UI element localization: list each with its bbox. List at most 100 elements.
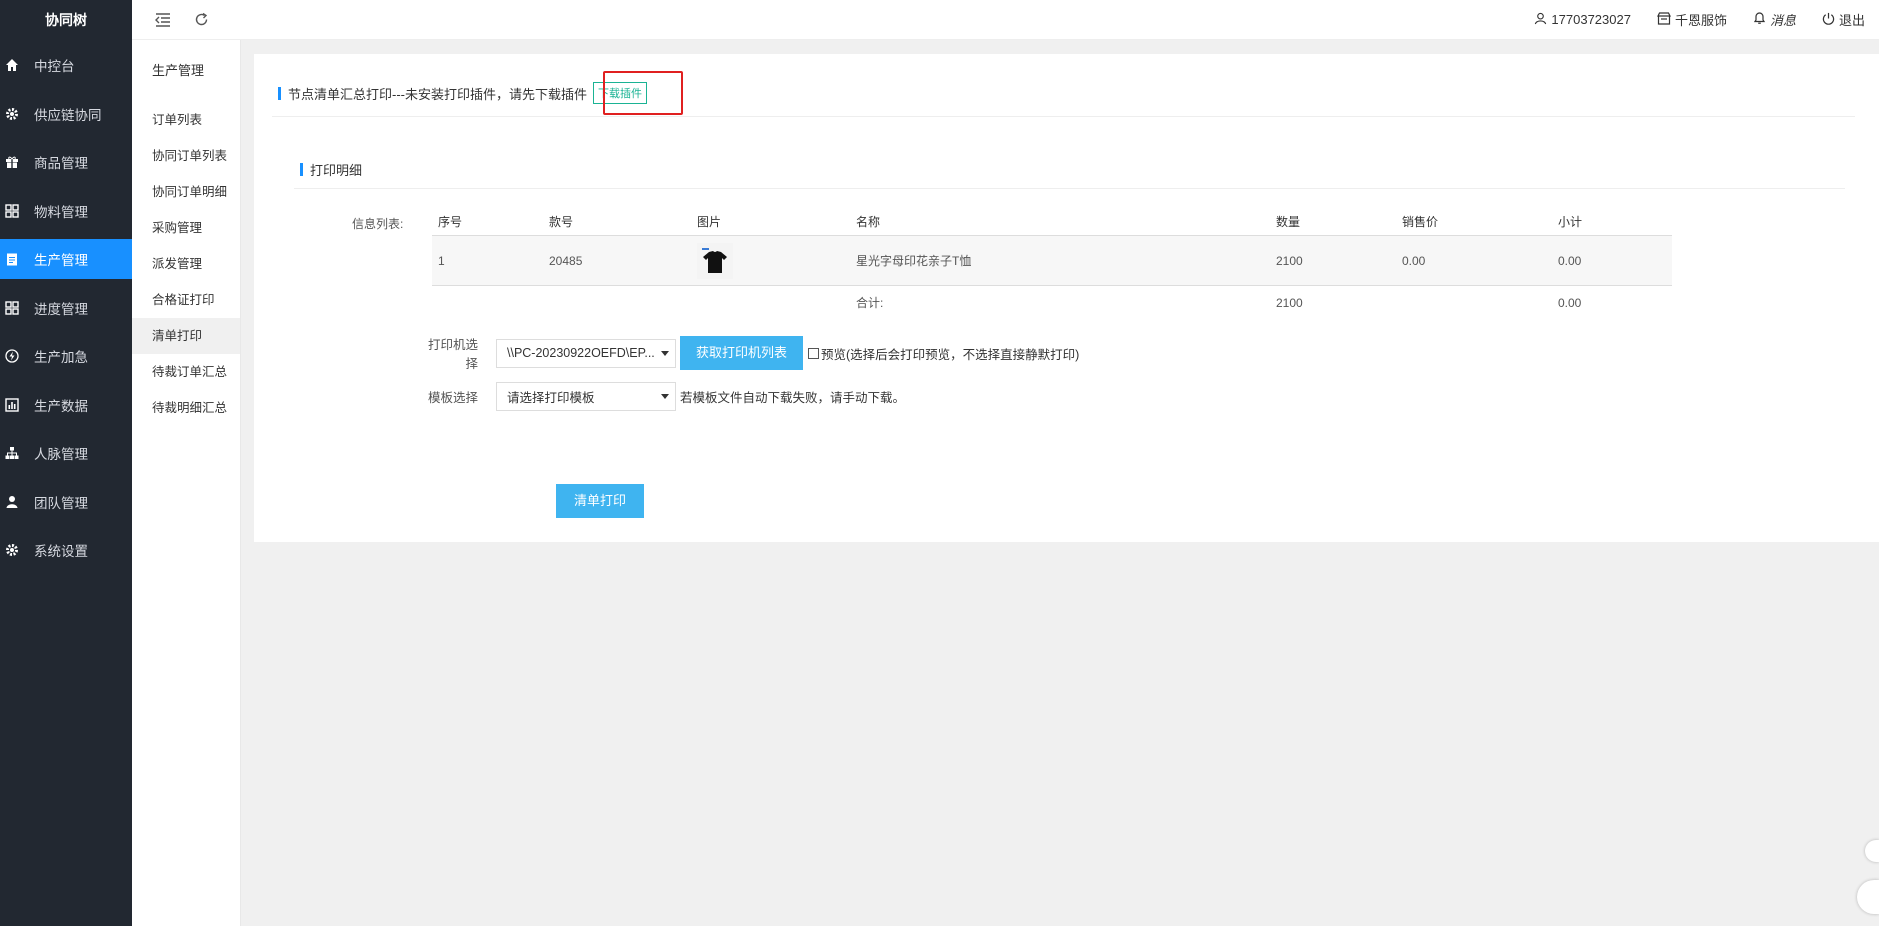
cell-qty: 2100 — [1276, 253, 1303, 268]
sidebar-item-urgent[interactable]: 生产加急 — [0, 336, 132, 376]
user-icon — [1534, 12, 1547, 28]
col-image: 图片 — [697, 215, 722, 229]
notice-text: 节点清单汇总打印---未安装打印插件，请先下载插件 — [288, 86, 587, 102]
title-marker — [278, 86, 281, 100]
submenu-item-collab-orders[interactable]: 协同订单列表 — [132, 138, 240, 174]
table-header: 序号 款号 图片 名称 数量 销售价 小计 — [432, 208, 1672, 236]
sidebar-item-supply-chain[interactable]: 供应链协同 — [0, 94, 132, 134]
sidebar-item-label: 系统设置 — [34, 544, 88, 559]
sidebar-item-label: 人脉管理 — [34, 447, 88, 462]
submenu-item-dispatch[interactable]: 派发管理 — [132, 246, 240, 282]
divider — [272, 116, 1855, 117]
cell-style-no: 20485 — [549, 253, 583, 268]
total-subtotal: 0.00 — [1558, 295, 1582, 310]
submenu-item-certificate[interactable]: 合格证打印 — [132, 282, 240, 318]
template-hint: 若模板文件自动下载失败，请手动下载。 — [680, 391, 906, 405]
cell-price: 0.00 — [1402, 253, 1426, 268]
title-marker — [300, 163, 303, 176]
info-list-label: 信息列表: — [352, 217, 404, 231]
total-qty: 2100 — [1276, 295, 1303, 310]
chevron-down-icon — [661, 350, 669, 356]
submenu-item-collab-details[interactable]: 协同订单明细 — [132, 174, 240, 210]
sidebar-item-label: 中控台 — [34, 59, 75, 74]
main-panel: 节点清单汇总打印---未安装打印插件，请先下载插件 下载插件 打印明细 信息列表… — [254, 54, 1879, 542]
submenu-item-order-list[interactable]: 订单列表 — [132, 102, 240, 138]
grid-icon — [4, 300, 20, 316]
template-label: 模板选择 — [427, 391, 478, 405]
sidebar-item-progress[interactable]: 进度管理 — [0, 288, 132, 328]
gift-icon — [4, 154, 20, 170]
sidebar-item-data[interactable]: 生产数据 — [0, 385, 132, 425]
logout-button[interactable]: 退出 — [1822, 10, 1865, 29]
shop-name[interactable]: 千恩服饰 — [1656, 10, 1727, 29]
bell-icon — [1753, 11, 1766, 28]
sidebar-item-production[interactable]: 生产管理 — [0, 239, 132, 279]
bolt-icon — [4, 348, 20, 364]
messages-text: 消息 — [1769, 13, 1796, 28]
sidebar-menu: 中控台 供应链协同 商品管理 物料管理 生产管理 进度管理 生产加急 生产数据 — [0, 45, 132, 570]
sidebar-item-network[interactable]: 人脉管理 — [0, 433, 132, 473]
col-price: 销售价 — [1402, 215, 1439, 229]
section-title-text: 打印明细 — [310, 163, 363, 178]
section-title: 打印明细 — [300, 160, 362, 179]
sidebar-item-materials[interactable]: 物料管理 — [0, 191, 132, 231]
printer-select-value: \\PC-20230922OEFD\EP... — [507, 346, 655, 360]
printer-select[interactable]: \\PC-20230922OEFD\EP... — [496, 338, 676, 368]
floating-assistant-button[interactable] — [1857, 880, 1879, 914]
sidebar-item-label: 物料管理 — [34, 204, 88, 220]
col-style-no: 款号 — [549, 215, 574, 229]
clipboard-icon — [4, 251, 20, 267]
brand-logo[interactable]: 协同树 — [0, 0, 132, 40]
download-plugin-button[interactable]: 下载插件 — [593, 82, 647, 104]
sidebar-item-label: 生产数据 — [34, 398, 88, 414]
sidebar-item-team[interactable]: 团队管理 — [0, 482, 132, 522]
cell-subtotal: 0.00 — [1558, 253, 1582, 268]
col-index: 序号 — [438, 215, 463, 229]
sidebar-item-label: 生产加急 — [34, 350, 88, 365]
submenu-item-cut-orders[interactable]: 待裁订单汇总 — [132, 354, 240, 390]
col-name: 名称 — [856, 215, 881, 229]
divider — [294, 188, 1845, 189]
template-select[interactable]: 请选择打印模板 — [496, 382, 676, 411]
total-label: 合计: — [856, 296, 884, 310]
table-row: 1 20485 星光字母印花亲子T恤 2100 0.00 0.00 — [432, 236, 1672, 286]
fetch-printers-button[interactable]: 获取打印机列表 — [680, 336, 804, 370]
top-bar: 17703723027 千恩服饰 消息 退出 — [132, 0, 1879, 40]
submenu-title: 生产管理 — [152, 63, 205, 78]
home-icon — [4, 57, 20, 73]
floating-tool-handle[interactable] — [1865, 840, 1879, 862]
submenu-item-cut-details[interactable]: 待裁明细汇总 — [132, 390, 240, 426]
preview-checkbox[interactable] — [808, 347, 820, 359]
store-icon — [1656, 11, 1671, 28]
sidebar-item-products[interactable]: 商品管理 — [0, 142, 132, 182]
account-phone[interactable]: 17703723027 — [1534, 12, 1631, 28]
printer-row: 打印机选择 \\PC-20230922OEFD\EP... 获取打印机列表 预览… — [254, 334, 1254, 372]
submenu-item-list-print[interactable]: 清单打印 — [132, 318, 240, 354]
submenu-item-purchase[interactable]: 采购管理 — [132, 210, 240, 246]
total-row: 合计: 2100 0.00 — [432, 286, 1712, 319]
print-table: 序号 款号 图片 名称 数量 销售价 小计 1 20485 星光字母印花亲子T恤… — [432, 208, 1672, 319]
collapse-menu-icon[interactable] — [148, 5, 178, 35]
cell-index: 1 — [438, 253, 445, 268]
gear-icon — [4, 106, 20, 122]
chart-icon — [4, 397, 20, 413]
cell-name: 星光字母印花亲子T恤 — [856, 254, 972, 268]
sidebar: 协同树 中控台 供应链协同 商品管理 物料管理 生产管理 进度管理 生产加急 生… — [0, 0, 132, 926]
col-subtotal: 小计 — [1558, 215, 1583, 229]
product-thumbnail[interactable] — [697, 242, 733, 279]
gear-icon — [4, 542, 20, 558]
sidebar-item-label: 商品管理 — [34, 156, 88, 171]
sidebar-item-dashboard[interactable]: 中控台 — [0, 45, 132, 85]
power-icon — [1822, 12, 1835, 28]
preview-label: 预览(选择后会打印预览，不选择直接静默打印) — [821, 347, 1080, 362]
network-icon — [4, 445, 20, 461]
refresh-icon[interactable] — [186, 5, 216, 35]
user-icon — [4, 494, 20, 510]
list-print-button[interactable]: 清单打印 — [556, 484, 644, 518]
sidebar-item-label: 进度管理 — [34, 301, 88, 317]
grid-icon — [4, 203, 20, 219]
messages-link[interactable]: 消息 — [1753, 10, 1796, 29]
sidebar-item-settings[interactable]: 系统设置 — [0, 530, 132, 570]
plugin-notice: 节点清单汇总打印---未安装打印插件，请先下载插件 下载插件 — [278, 82, 647, 104]
shop-text: 千恩服饰 — [1674, 13, 1727, 28]
